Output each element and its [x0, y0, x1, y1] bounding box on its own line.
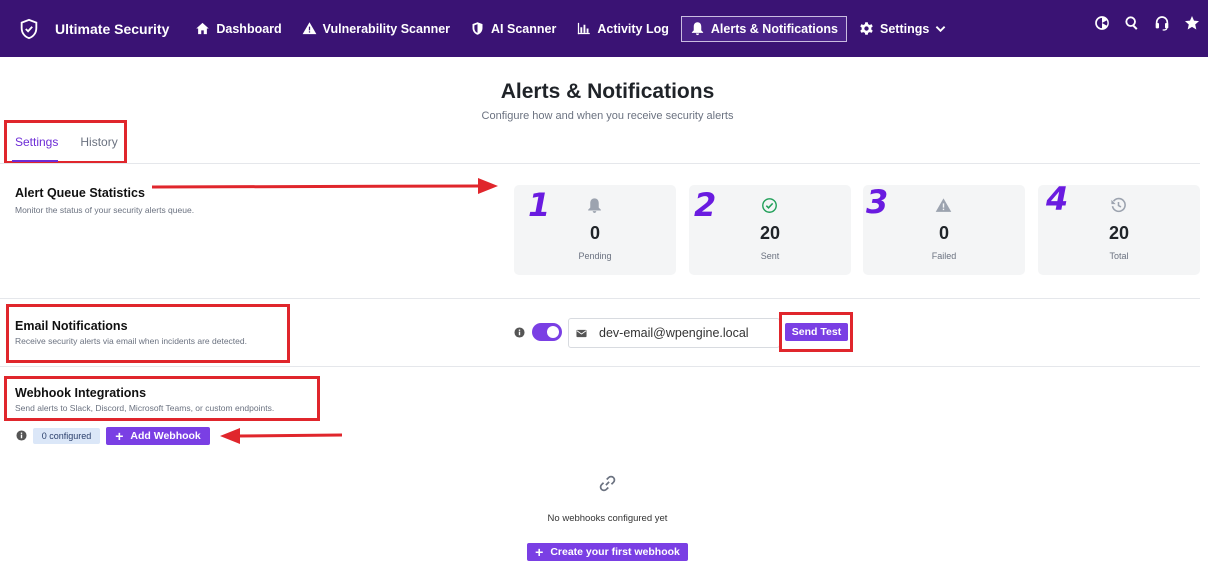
warning-icon	[302, 22, 317, 35]
stat-label: Failed	[931, 251, 957, 261]
info-icon[interactable]	[514, 327, 525, 338]
page-title: Alerts & Notifications	[500, 80, 715, 103]
search-icon[interactable]	[1124, 15, 1140, 31]
shield-check-logo-icon	[20, 18, 38, 39]
stat-value: 20	[759, 223, 781, 243]
queue-section-description: Monitor the status of your security aler…	[15, 205, 195, 215]
tabs-annotation-box: Settings History	[4, 120, 127, 164]
link-icon	[599, 475, 616, 492]
history-icon	[1111, 197, 1126, 213]
nav-alerts-notifications[interactable]: Alerts & Notifications	[680, 15, 847, 42]
active-tab-underline	[12, 160, 58, 162]
create-first-webhook-label: Create your first webhook	[550, 546, 680, 558]
email-address-input[interactable]	[599, 326, 779, 340]
tab-history[interactable]: History	[80, 135, 117, 149]
configured-count-badge: 0 configured	[33, 428, 100, 444]
theme-toggle-icon[interactable]	[1094, 15, 1110, 31]
email-field[interactable]	[568, 318, 780, 348]
queue-section-title: Alert Queue Statistics	[15, 186, 145, 200]
nav-alerts-notifications-label: Alerts & Notifications	[710, 21, 838, 36]
webhook-section-title: Webhook Integrations	[15, 386, 147, 400]
nav-dashboard-label: Dashboard	[216, 21, 282, 36]
top-right-icons	[1080, 15, 1200, 31]
nav-activity-log-label: Activity Log	[597, 21, 669, 36]
tab-settings[interactable]: Settings	[15, 135, 58, 149]
email-section-title: Email Notifications	[15, 319, 128, 333]
red-annotation-arrow	[151, 178, 498, 194]
stat-value: 0	[938, 223, 949, 243]
stat-label: Sent	[760, 251, 780, 261]
support-headset-icon[interactable]	[1154, 15, 1170, 31]
plus-icon: +	[535, 544, 544, 560]
toggle-knob	[547, 326, 559, 338]
warning-icon	[935, 198, 952, 212]
home-icon	[196, 22, 210, 35]
page-subtitle: Configure how and when you receive secur…	[481, 110, 734, 122]
stat-value: 20	[1108, 223, 1130, 243]
gear-icon	[860, 22, 873, 35]
annotation-number: 2	[694, 186, 717, 224]
divider	[0, 366, 1200, 367]
send-test-button[interactable]: Send Test	[785, 323, 848, 341]
bar-chart-icon	[578, 22, 591, 35]
nav-ai-scanner-label: AI Scanner	[491, 21, 557, 36]
nav-ai-scanner[interactable]: AI Scanner	[462, 16, 564, 42]
info-icon[interactable]	[16, 430, 27, 441]
email-annotation-box	[6, 304, 290, 363]
add-webhook-button[interactable]: + Add Webhook	[106, 427, 210, 445]
brand[interactable]: Ultimate Security	[18, 18, 169, 40]
empty-state-text: No webhooks configured yet	[547, 513, 668, 524]
nav-vulnerability-scanner-label: Vulnerability Scanner	[322, 21, 451, 36]
chevron-down-icon	[936, 26, 946, 33]
annotation-number: 3	[866, 183, 889, 221]
red-annotation-arrow	[220, 428, 343, 444]
app-name: Ultimate Security	[55, 20, 170, 37]
bell-icon	[691, 22, 704, 36]
nav-settings[interactable]: Settings	[851, 16, 954, 42]
webhook-section-description: Send alerts to Slack, Discord, Microsoft…	[15, 403, 275, 413]
divider	[0, 298, 1200, 299]
add-webhook-label: Add Webhook	[130, 430, 201, 442]
check-circle-icon	[762, 198, 777, 213]
nav-settings-label: Settings	[880, 21, 930, 36]
email-notifications-toggle[interactable]	[532, 323, 562, 341]
create-first-webhook-button[interactable]: + Create your first webhook	[527, 543, 688, 561]
stat-label: Total	[1109, 251, 1129, 261]
divider	[0, 163, 1200, 164]
nav-activity-log[interactable]: Activity Log	[568, 16, 677, 42]
star-icon[interactable]	[1184, 15, 1200, 31]
main-nav: Dashboard Vulnerability Scanner AI Scann…	[187, 0, 958, 57]
nav-vulnerability-scanner[interactable]: Vulnerability Scanner	[294, 16, 458, 42]
annotation-number: 4	[1046, 180, 1069, 218]
annotation-number: 1	[528, 186, 551, 224]
stat-value: 0	[589, 223, 600, 243]
email-section-description: Receive security alerts via email when i…	[15, 336, 247, 346]
bell-icon	[588, 198, 601, 213]
envelope-icon	[576, 329, 587, 337]
nav-dashboard[interactable]: Dashboard	[187, 16, 289, 42]
stat-label: Pending	[578, 251, 612, 261]
top-navigation-bar: Ultimate Security Dashboard Vulnerabilit…	[0, 0, 1208, 57]
plus-icon: +	[115, 428, 124, 444]
shield-icon	[472, 22, 483, 35]
